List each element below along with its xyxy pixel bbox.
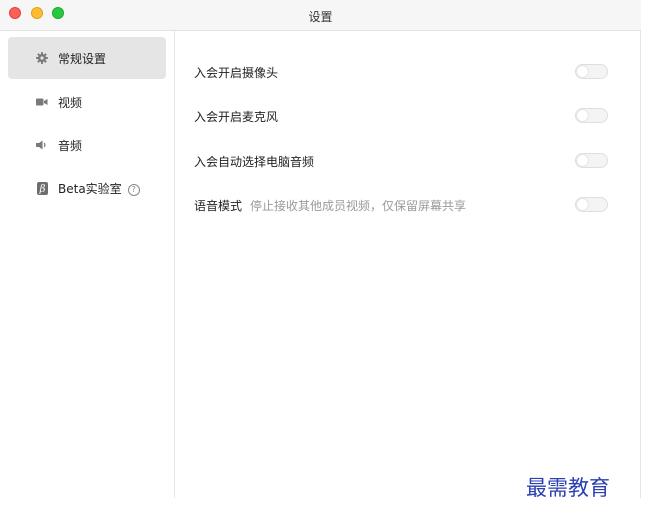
setting-label: 入会开启麦克风 — [194, 110, 279, 124]
sidebar-item-label: Beta实验室 — [58, 181, 122, 196]
sidebar-item-label: 常规设置 — [58, 51, 107, 66]
sidebar-item-label: 视频 — [58, 95, 83, 110]
sidebar-item-beta-lab[interactable]: β Beta实验室? — [8, 167, 166, 209]
sidebar-item-label: 音频 — [58, 138, 83, 153]
camera-toggle[interactable] — [575, 64, 608, 79]
setting-row-microphone: 入会开启麦克风 — [175, 94, 641, 138]
video-camera-icon — [34, 94, 50, 110]
sidebar-item-video[interactable]: 视频 — [8, 81, 166, 123]
speaker-icon — [34, 137, 50, 153]
setting-description: 停止接收其他成员视频，仅保留屏幕共享 — [250, 199, 467, 213]
gear-icon — [34, 50, 50, 66]
voice-mode-toggle[interactable] — [575, 197, 608, 212]
setting-row-voice-mode: 语音模式 停止接收其他成员视频，仅保留屏幕共享 — [175, 183, 641, 227]
setting-label: 入会开启摄像头 — [194, 66, 279, 80]
sidebar-item-audio[interactable]: 音频 — [8, 124, 166, 166]
beta-icon: β — [34, 180, 50, 196]
settings-panel: 入会开启摄像头 入会开启麦克风 入会自动选择电脑音频 语音模式 停止接收其他成员视… — [175, 31, 641, 498]
toggle-knob — [577, 66, 588, 77]
sidebar-item-general[interactable]: 常规设置 — [8, 37, 166, 79]
window-title: 设置 — [308, 10, 333, 24]
settings-window: 设置 常规设置 视频 音频 β Beta实验室 ? 入会开启摄像头 入会开启麦克… — [0, 0, 641, 498]
setting-label-wrap: 语音模式 停止接收其他成员视频，仅保留屏幕共享 — [194, 197, 466, 214]
toggle-knob — [577, 110, 588, 121]
setting-label: 入会自动选择电脑音频 — [194, 155, 315, 169]
help-icon[interactable]: ? — [127, 183, 140, 196]
sidebar-item-label-wrap: Beta实验室? — [58, 180, 140, 197]
watermark-text: 最需教育 — [526, 476, 610, 500]
sidebar: 常规设置 视频 音频 β Beta实验室 ? — [0, 31, 175, 498]
title-bar: 设置 — [0, 0, 641, 31]
setting-row-computer-audio: 入会自动选择电脑音频 — [175, 139, 641, 183]
toggle-knob — [577, 155, 588, 166]
microphone-toggle[interactable] — [575, 108, 608, 123]
toggle-knob — [577, 199, 588, 210]
computer-audio-toggle[interactable] — [575, 153, 608, 168]
svg-text:β: β — [38, 184, 45, 195]
setting-label: 语音模式 — [194, 199, 243, 213]
setting-row-camera: 入会开启摄像头 — [175, 50, 641, 94]
